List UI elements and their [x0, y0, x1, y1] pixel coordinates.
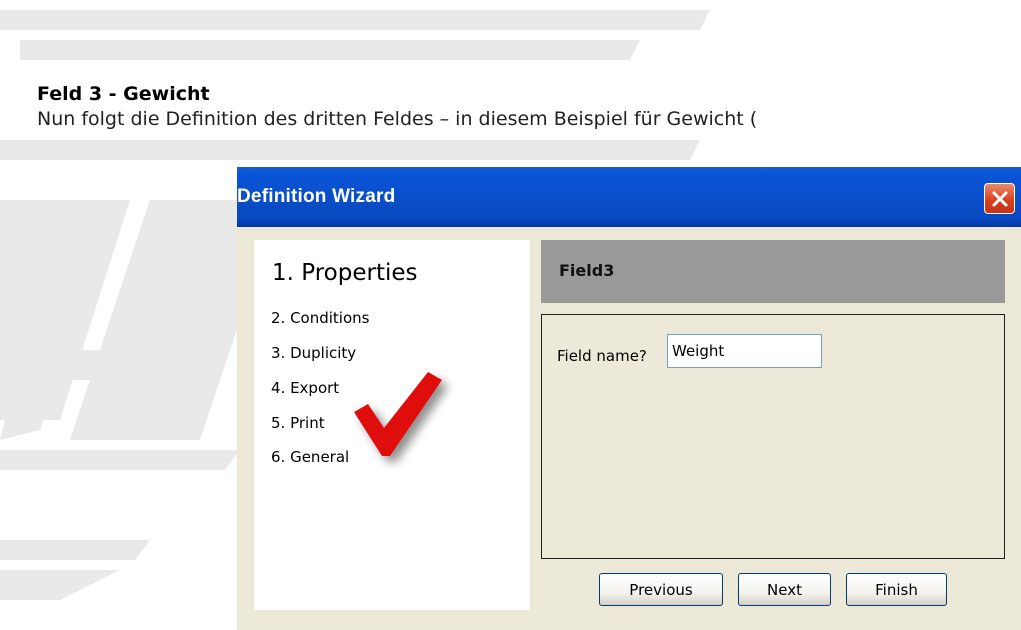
field-name-input[interactable] [667, 334, 822, 368]
step-general: 6. General [271, 448, 350, 466]
finish-button[interactable]: Finish [846, 573, 947, 606]
field-properties-box: Field name? [541, 314, 1005, 559]
close-icon [992, 191, 1007, 206]
field-header-title: Field3 [559, 261, 615, 280]
step-duplicity: 3. Duplicity [271, 344, 357, 362]
wizard-steps-panel: 1. Properties 2. Conditions 3. Duplicity… [254, 240, 530, 610]
next-button[interactable]: Next [738, 573, 831, 606]
title-bar[interactable]: Definition Wizard [237, 167, 1021, 227]
field-name-label: Field name? [557, 347, 647, 365]
step-export: 4. Export [271, 379, 340, 397]
close-button[interactable] [984, 183, 1015, 214]
definition-wizard-window: Definition Wizard 1. Properties 2. Condi… [237, 167, 1021, 630]
previous-button[interactable]: Previous [599, 573, 723, 606]
step-current: 1. Properties [272, 260, 418, 286]
step-print: 5. Print [271, 414, 325, 432]
field-header-band: Field3 [541, 240, 1005, 303]
section-description: Nun folgt die Definition des dritten Fel… [37, 108, 758, 130]
step-conditions: 2. Conditions [271, 309, 370, 327]
window-title: Definition Wizard [237, 186, 396, 207]
checkmark-icon [354, 372, 442, 456]
section-heading: Feld 3 - Gewicht [37, 83, 210, 105]
